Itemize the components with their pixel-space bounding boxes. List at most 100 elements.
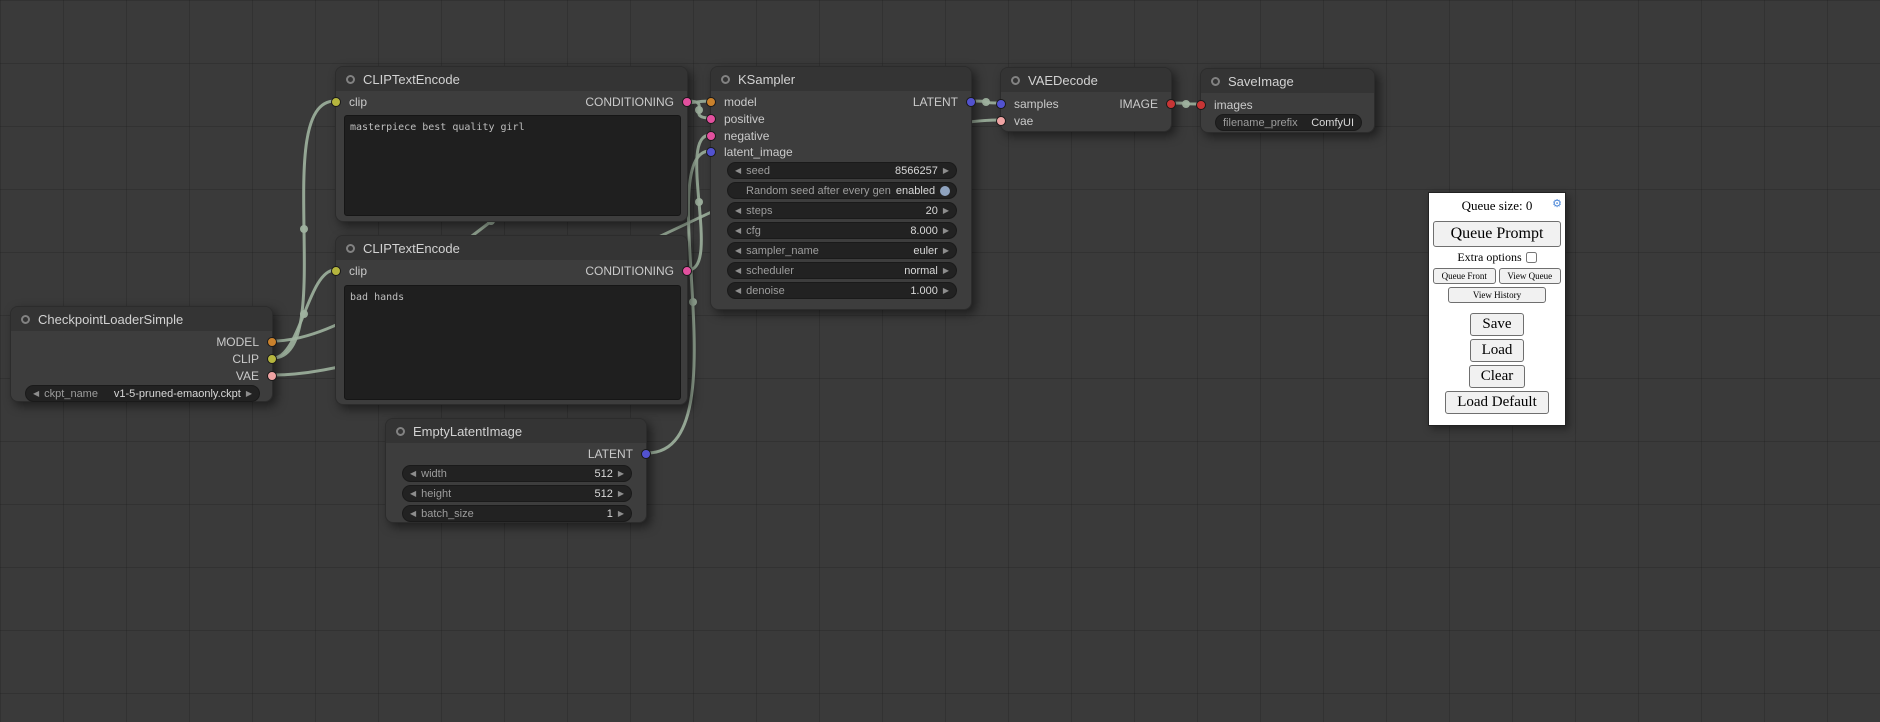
collapse-toggle-icon[interactable] [1211, 77, 1220, 86]
denoise-widget[interactable]: ◀ denoise 1.000 ▶ [727, 282, 957, 299]
increment-arrow-icon[interactable]: ▶ [943, 207, 949, 215]
increment-arrow-icon[interactable]: ▶ [943, 167, 949, 175]
node-clip-text-encode-positive[interactable]: CLIPTextEncode clip CONDITIONING masterp… [335, 66, 688, 222]
clear-button[interactable]: Clear [1469, 365, 1525, 388]
decrement-arrow-icon[interactable]: ◀ [735, 207, 741, 215]
link-midpoint-dot[interactable] [695, 106, 703, 114]
slot-latent-output: LATENT [588, 446, 646, 462]
slot-label: samples [1014, 97, 1059, 111]
node-save-image[interactable]: SaveImage images filename_prefix ComfyUI [1200, 68, 1375, 133]
latent-output-port[interactable] [966, 97, 976, 107]
decrement-arrow-icon[interactable]: ◀ [735, 167, 741, 175]
samples-input-port[interactable] [996, 99, 1006, 109]
node-vae-decode[interactable]: VAEDecode samples vae IMAGE [1000, 67, 1172, 132]
link-midpoint-dot[interactable] [689, 298, 697, 306]
combo-prev-arrow-icon[interactable]: ◀ [33, 390, 39, 398]
link-midpoint-dot[interactable] [300, 310, 308, 318]
view-history-button[interactable]: View History [1448, 287, 1545, 303]
link-midpoint-dot[interactable] [300, 225, 308, 233]
node-empty-latent-image[interactable]: EmptyLatentImage LATENT ◀ width 512 ▶ ◀ … [385, 418, 647, 523]
decrement-arrow-icon[interactable]: ◀ [410, 490, 416, 498]
decrement-arrow-icon[interactable]: ◀ [410, 470, 416, 478]
sampler-name-widget[interactable]: ◀ sampler_name euler ▶ [727, 242, 957, 259]
collapse-toggle-icon[interactable] [721, 75, 730, 84]
conditioning-output-port[interactable] [682, 97, 692, 107]
vae-output-port[interactable] [267, 371, 277, 381]
slot-label: images [1214, 98, 1253, 112]
random-seed-toggle-widget[interactable]: Random seed after every gen enabled [727, 182, 957, 199]
positive-input-port[interactable] [706, 114, 716, 124]
collapse-toggle-icon[interactable] [346, 75, 355, 84]
clip-output-port[interactable] [267, 354, 277, 364]
height-widget[interactable]: ◀ height 512 ▶ [402, 485, 632, 502]
node-title-bar[interactable]: CLIPTextEncode [336, 67, 687, 91]
slot-vae-output: VAE [236, 368, 272, 384]
node-title-bar[interactable]: CheckpointLoaderSimple [11, 307, 272, 331]
cfg-widget[interactable]: ◀ cfg 8.000 ▶ [727, 222, 957, 239]
batch-size-widget[interactable]: ◀ batch_size 1 ▶ [402, 505, 632, 522]
save-button[interactable]: Save [1470, 313, 1523, 336]
extra-options-label: Extra options [1457, 250, 1521, 265]
node-title-bar[interactable]: CLIPTextEncode [336, 236, 687, 260]
node-title-bar[interactable]: KSampler [711, 67, 971, 91]
queue-prompt-button[interactable]: Queue Prompt [1433, 221, 1561, 247]
combo-prev-arrow-icon[interactable]: ◀ [735, 267, 741, 275]
node-clip-text-encode-negative[interactable]: CLIPTextEncode clip CONDITIONING bad han… [335, 235, 688, 405]
node-ksampler[interactable]: KSampler model positive negative latent_… [710, 66, 972, 310]
widget-value: 8566257 [895, 165, 938, 177]
combo-next-arrow-icon[interactable]: ▶ [943, 247, 949, 255]
conditioning-output-port[interactable] [682, 266, 692, 276]
image-output-port[interactable] [1166, 99, 1176, 109]
latent-output-port[interactable] [641, 449, 651, 459]
scheduler-widget[interactable]: ◀ scheduler normal ▶ [727, 262, 957, 279]
width-widget[interactable]: ◀ width 512 ▶ [402, 465, 632, 482]
increment-arrow-icon[interactable]: ▶ [943, 227, 949, 235]
queue-front-button[interactable]: Queue Front [1433, 268, 1496, 284]
steps-widget[interactable]: ◀ steps 20 ▶ [727, 202, 957, 219]
toggle-knob-icon[interactable] [940, 186, 950, 196]
combo-prev-arrow-icon[interactable]: ◀ [735, 247, 741, 255]
increment-arrow-icon[interactable]: ▶ [618, 490, 624, 498]
settings-gear-icon[interactable]: ⚙ [1552, 197, 1562, 210]
clip-input-port[interactable] [331, 266, 341, 276]
increment-arrow-icon[interactable]: ▶ [943, 287, 949, 295]
negative-prompt-textarea[interactable]: bad hands [344, 285, 681, 400]
clip-input-port[interactable] [331, 97, 341, 107]
slot-model-input: model [711, 94, 757, 110]
negative-input-port[interactable] [706, 131, 716, 141]
link-midpoint-dot[interactable] [695, 198, 703, 206]
collapse-toggle-icon[interactable] [21, 315, 30, 324]
decrement-arrow-icon[interactable]: ◀ [735, 227, 741, 235]
ckpt-name-widget[interactable]: ◀ ckpt_name v1-5-pruned-emaonly.ckpt ▶ [25, 385, 260, 402]
combo-next-arrow-icon[interactable]: ▶ [246, 390, 252, 398]
link-midpoint-dot[interactable] [982, 98, 990, 106]
load-default-button[interactable]: Load Default [1445, 391, 1549, 414]
decrement-arrow-icon[interactable]: ◀ [410, 510, 416, 518]
node-title-bar[interactable]: SaveImage [1201, 69, 1374, 93]
vae-input-port[interactable] [996, 116, 1006, 126]
extra-options-checkbox[interactable] [1526, 252, 1537, 263]
node-checkpoint-loader-simple[interactable]: CheckpointLoaderSimple MODEL CLIP VAE ◀ … [10, 306, 273, 402]
images-input-port[interactable] [1196, 100, 1206, 110]
model-input-port[interactable] [706, 97, 716, 107]
slot-latent-output: LATENT [913, 94, 971, 110]
view-queue-button[interactable]: View Queue [1499, 268, 1562, 284]
slot-latent-image-input: latent_image [711, 144, 793, 160]
increment-arrow-icon[interactable]: ▶ [618, 470, 624, 478]
decrement-arrow-icon[interactable]: ◀ [735, 287, 741, 295]
latent-image-input-port[interactable] [706, 147, 716, 157]
graph-canvas[interactable]: CheckpointLoaderSimple MODEL CLIP VAE ◀ … [0, 0, 1880, 722]
node-title-bar[interactable]: VAEDecode [1001, 68, 1171, 92]
link-midpoint-dot[interactable] [1182, 100, 1190, 108]
increment-arrow-icon[interactable]: ▶ [618, 510, 624, 518]
combo-next-arrow-icon[interactable]: ▶ [943, 267, 949, 275]
model-output-port[interactable] [267, 337, 277, 347]
filename-prefix-widget[interactable]: filename_prefix ComfyUI [1215, 114, 1362, 131]
collapse-toggle-icon[interactable] [1011, 76, 1020, 85]
seed-widget[interactable]: ◀ seed 8566257 ▶ [727, 162, 957, 179]
positive-prompt-textarea[interactable]: masterpiece best quality girl [344, 115, 681, 216]
load-button[interactable]: Load [1470, 339, 1525, 362]
collapse-toggle-icon[interactable] [396, 427, 405, 436]
node-title-bar[interactable]: EmptyLatentImage [386, 419, 646, 443]
collapse-toggle-icon[interactable] [346, 244, 355, 253]
